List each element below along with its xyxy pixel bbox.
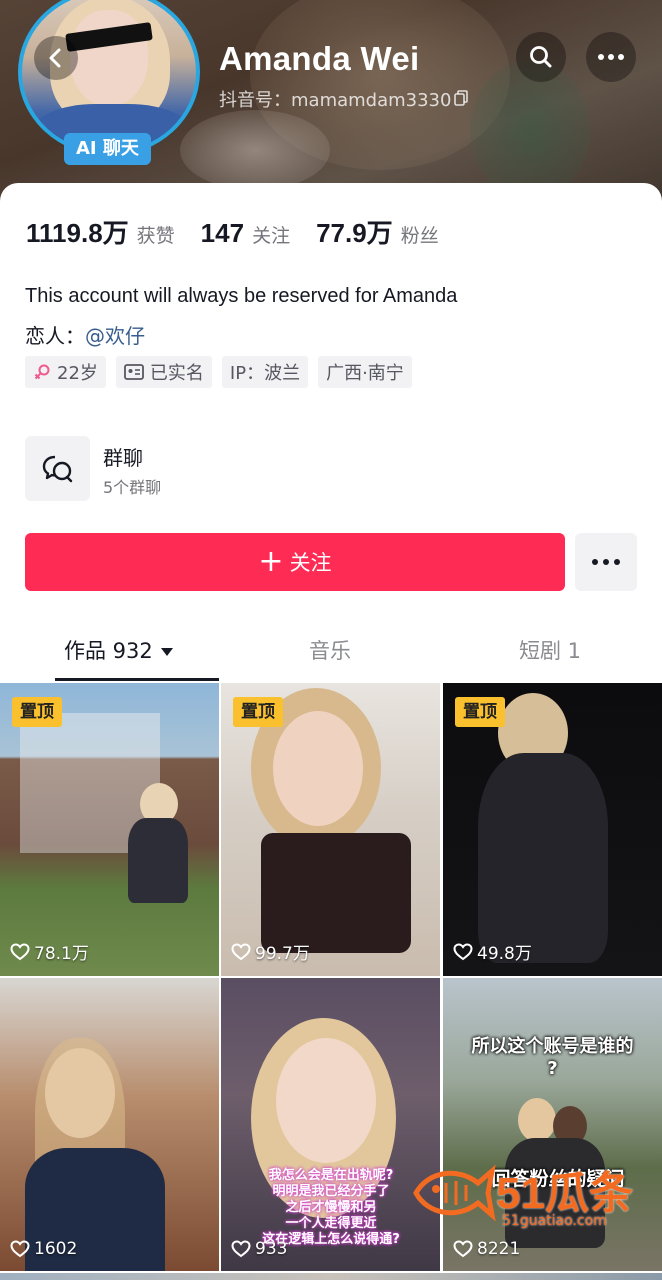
thumbnail-face: [276, 1038, 376, 1163]
video-thumbnail[interactable]: 置顶 49.8万: [443, 683, 662, 976]
tab-music[interactable]: 音乐: [309, 623, 351, 679]
tag-age-label: 22岁: [57, 363, 98, 384]
video-likes-count: 8221: [477, 1239, 521, 1259]
plus-icon: +: [258, 544, 284, 579]
group-chat-icon: [42, 455, 72, 482]
video-caption-overlay: 我怎么会是在出轨呢? 明明是我已经分手了 之后才慢慢和另 一个人走得更近 这在逻…: [251, 1168, 411, 1248]
pinned-badge: 置顶: [12, 697, 62, 727]
next-row-edge: [0, 1273, 662, 1280]
bio-lover: 恋人：@欢仔: [25, 320, 145, 349]
following-count[interactable]: 147: [201, 218, 244, 249]
caption-line: 一个人走得更近: [285, 1216, 377, 1231]
video-likes: 99.7万: [231, 939, 310, 964]
video-likes-count: 933: [255, 1239, 288, 1259]
video-caption-top: 所以这个账号是谁的 ?: [451, 1036, 654, 1080]
video-likes-count: 78.1万: [34, 944, 89, 964]
profile-name: Amanda Wei: [219, 40, 420, 77]
chevron-left-icon: [49, 48, 61, 68]
follow-label: 关注: [289, 551, 332, 575]
profile-tags: 22岁 已实名 IP：波兰 广西·南宁: [25, 356, 422, 388]
search-icon: [530, 46, 552, 68]
tag-verified: 已实名: [115, 356, 212, 388]
active-tab-indicator: [55, 678, 219, 681]
video-likes: 933: [231, 1239, 287, 1259]
thumbnail-noodle-pack: [261, 833, 411, 953]
caret-down-icon: [160, 648, 173, 656]
video-likes: 49.8万: [453, 939, 532, 964]
fish-logo-icon: [413, 1164, 496, 1222]
video-likes-count: 1602: [34, 1239, 78, 1259]
following-label: 关注: [252, 225, 291, 247]
video-thumbnail[interactable]: 我怎么会是在出轨呢? 明明是我已经分手了 之后才慢慢和另 一个人走得更近 这在逻…: [221, 978, 440, 1271]
tag-age: 22岁: [25, 356, 106, 388]
caption-line: 我怎么会是在出轨呢?: [268, 1168, 394, 1183]
heart-icon: [231, 1240, 251, 1258]
video-thumbnail[interactable]: 置顶 78.1万: [0, 683, 219, 976]
tag-verified-label: 已实名: [149, 363, 204, 384]
id-card-icon: [124, 364, 144, 380]
heart-icon: [453, 942, 473, 960]
more-options-button[interactable]: [586, 32, 636, 82]
pinned-badge: 置顶: [233, 697, 283, 727]
caption-line: 之后才慢慢和另: [285, 1200, 377, 1215]
video-likes: 1602: [10, 1239, 77, 1259]
heart-icon: [10, 942, 30, 960]
thumbnail-person-body: [128, 818, 188, 903]
video-thumbnail[interactable]: 1602: [0, 978, 219, 1271]
copy-icon[interactable]: [454, 90, 468, 106]
likes-label: 获赞: [136, 225, 175, 247]
heart-icon: [231, 942, 251, 960]
caption-line: 明明是我已经分手了: [272, 1184, 390, 1199]
tab-short-drama[interactable]: 短剧 1: [519, 623, 581, 679]
search-button[interactable]: [516, 32, 566, 82]
thumbnail-person: [518, 1098, 556, 1142]
video-likes: 8221: [453, 1239, 520, 1259]
site-watermark: 51瓜条 51guatiao.com: [410, 1155, 650, 1235]
pinned-badge: 置顶: [455, 697, 505, 727]
likes-count[interactable]: 1119.8万: [26, 213, 129, 250]
lover-prefix: 恋人：: [25, 324, 85, 348]
video-likes-count: 49.8万: [477, 944, 532, 964]
followers-label: 粉丝: [400, 225, 439, 247]
tag-ip: IP：波兰: [221, 356, 309, 388]
female-icon: [33, 363, 51, 381]
content-tabs: 作品 932 音乐 短剧 1: [0, 623, 662, 681]
more-actions-button[interactable]: [575, 533, 637, 591]
thumbnail-outfit: [478, 753, 608, 963]
follow-button[interactable]: + 关注: [25, 533, 565, 591]
more-dots-icon: [592, 559, 620, 565]
watermark-brand: 51瓜条: [496, 1169, 633, 1218]
tag-location: 广西·南宁: [318, 356, 412, 388]
caption-line: 所以这个账号是谁的: [471, 1036, 634, 1057]
video-thumbnail[interactable]: 置顶 99.7万: [221, 683, 440, 976]
lover-mention-link[interactable]: @欢仔: [85, 324, 145, 348]
tab-works-label: 作品 932: [64, 639, 153, 663]
more-dots-icon: [598, 54, 624, 60]
profile-stats: 1119.8万 获赞 147 关注 77.9万 粉丝: [26, 213, 465, 250]
caption-line: ?: [547, 1058, 558, 1079]
tag-ip-label: IP：波兰: [229, 363, 301, 384]
group-chat-entry[interactable]: 群聊 5个群聊: [25, 436, 325, 502]
video-likes-count: 99.7万: [255, 944, 310, 964]
heart-icon: [10, 1240, 30, 1258]
douyin-id: 抖音号：mamamdam3330: [219, 90, 452, 111]
back-button[interactable]: [34, 36, 78, 80]
watermark-url: 51guatiao.com: [502, 1213, 607, 1229]
followers-count[interactable]: 77.9万: [316, 213, 393, 250]
bio-text: This account will always be reserved for…: [25, 285, 458, 307]
group-chat-title: 群聊: [103, 446, 143, 470]
tag-location-label: 广西·南宁: [326, 363, 404, 384]
tab-works[interactable]: 作品 932: [64, 623, 173, 679]
thumbnail-face: [273, 711, 363, 826]
group-chat-icon-box: [25, 436, 90, 501]
ai-chat-badge[interactable]: AI 聊天: [64, 133, 151, 165]
video-likes: 78.1万: [10, 939, 89, 964]
group-chat-count: 5个群聊: [103, 478, 162, 497]
tab-music-label: 音乐: [309, 639, 351, 663]
tab-short-drama-label: 短剧 1: [519, 639, 582, 663]
heart-icon: [453, 1240, 473, 1258]
